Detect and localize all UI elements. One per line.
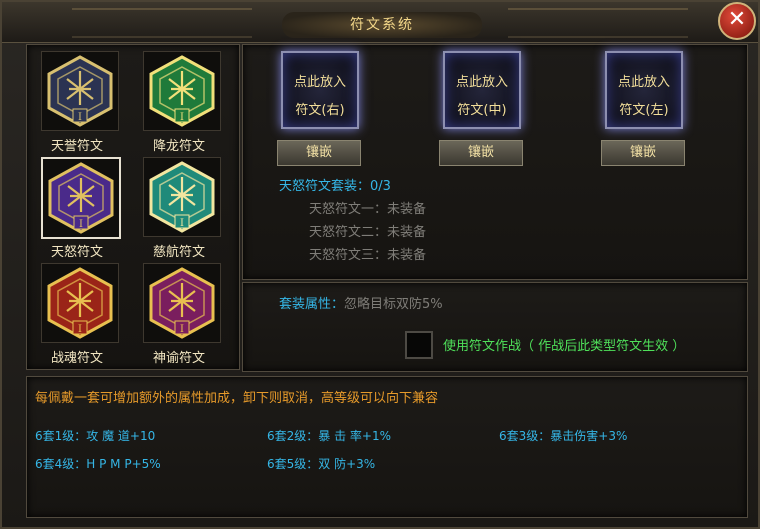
socket-middle[interactable]: 点此放入 符文(中)	[443, 51, 521, 129]
rune-slot: I	[143, 157, 221, 237]
level-1: 6套1级：攻 魔 道+10	[35, 429, 156, 443]
use-rune-label: 使用符文作战（ 作战后此类型符文生效 ）	[443, 339, 686, 354]
gem-level-numeral: I	[78, 112, 82, 123]
socket-left-line2: 符文(左)	[619, 103, 669, 118]
socket-left-line1: 点此放入	[617, 75, 670, 90]
rune-gem-icon: I	[47, 267, 113, 339]
rune-slot: I	[41, 51, 119, 131]
set-item-1: 天怒符文一：未装备	[309, 202, 427, 217]
rune-slot: I	[143, 263, 221, 343]
close-icon[interactable]: ✕	[718, 2, 756, 40]
rune-name: 神谕符文	[152, 351, 205, 366]
rune-slot: I	[41, 263, 119, 343]
socket-panel: 点此放入 符文(右) 点此放入 符文(中) 点此放入 符文(左) 镶嵌 镶嵌 镶…	[242, 44, 748, 280]
gem-level-numeral: I	[78, 324, 82, 335]
level-4: 6套4级：H P M P+5%	[35, 457, 161, 471]
set-item-2: 天怒符文二：未装备	[309, 225, 427, 240]
rune-system-window: 符文系统 ✕ I 天誉符文 I 降龙符文 I 天怒符文 I 慈航符文 I 战魂符文 I 神谕符文 点此…	[0, 0, 760, 529]
rune-gem-icon: I	[149, 267, 215, 339]
title-ornament-right	[508, 8, 688, 38]
rune-item[interactable]: I 天怒符文	[27, 155, 127, 261]
socket-middle-line1: 点此放入	[455, 75, 508, 90]
set-bonus-panel: 套装属性：忽略目标双防5% 使用符文作战（ 作战后此类型符文生效 ）	[242, 282, 748, 372]
gem-level-numeral: I	[79, 219, 83, 230]
rune-gem-icon: I	[149, 55, 215, 127]
level-2: 6套2级：暴 击 率+1%	[267, 429, 391, 443]
inlay-button-right[interactable]: 镶嵌	[277, 140, 361, 166]
gem-level-numeral: I	[180, 324, 184, 335]
set-bonus-value: 忽略目标双防5%	[344, 297, 443, 312]
socket-left[interactable]: 点此放入 符文(左)	[605, 51, 683, 129]
level-3: 6套3级：暴击伤害+3%	[499, 429, 628, 443]
inlay-button-left[interactable]: 镶嵌	[601, 140, 685, 166]
rune-gem-icon: I	[47, 55, 113, 127]
rune-item[interactable]: I 神谕符文	[129, 261, 229, 367]
rune-list-panel: I 天誉符文 I 降龙符文 I 天怒符文 I 慈航符文 I 战魂符文 I 神谕符文	[26, 44, 240, 370]
gem-level-numeral: I	[180, 218, 184, 229]
rune-item[interactable]: I 慈航符文	[129, 155, 229, 261]
rune-gem-icon: I	[149, 161, 215, 233]
inlay-button-middle[interactable]: 镶嵌	[439, 140, 523, 166]
level-5: 6套5级：双 防+3%	[267, 457, 376, 471]
rune-name: 天誉符文	[50, 139, 103, 154]
rune-gem-icon: I	[48, 162, 114, 234]
set-item-3: 天怒符文三：未装备	[309, 248, 427, 263]
rune-name: 天怒符文	[50, 245, 103, 260]
rune-name: 慈航符文	[152, 245, 205, 260]
rune-name: 降龙符文	[152, 139, 205, 154]
rune-name: 战魂符文	[50, 351, 103, 366]
rune-item[interactable]: I 降龙符文	[129, 49, 229, 155]
title-bar: 符文系统	[2, 2, 758, 43]
info-panel: 每佩戴一套可增加额外的属性加成，卸下则取消，高等级可以向下兼容 6套1级：攻 魔…	[26, 376, 748, 518]
rune-item[interactable]: I 战魂符文	[27, 261, 127, 367]
socket-right-line2: 符文(右)	[295, 103, 345, 118]
window-title: 符文系统	[350, 17, 414, 33]
set-bonus-label: 套装属性：	[279, 297, 345, 312]
rune-item[interactable]: I 天誉符文	[27, 49, 127, 155]
rune-slot: I	[41, 157, 121, 239]
socket-middle-line2: 符文(中)	[457, 103, 507, 118]
title-ornament-left	[72, 8, 252, 38]
socket-right[interactable]: 点此放入 符文(右)	[281, 51, 359, 129]
set-count: 天怒符文套装：0/3	[279, 179, 391, 194]
gem-level-numeral: I	[180, 112, 184, 123]
rune-slot: I	[143, 51, 221, 131]
socket-right-line1: 点此放入	[293, 75, 346, 90]
set-bonus-line: 套装属性：忽略目标双防5%	[279, 293, 443, 312]
use-rune-checkbox[interactable]	[405, 331, 433, 359]
info-intro: 每佩戴一套可增加额外的属性加成，卸下则取消，高等级可以向下兼容	[35, 391, 439, 406]
